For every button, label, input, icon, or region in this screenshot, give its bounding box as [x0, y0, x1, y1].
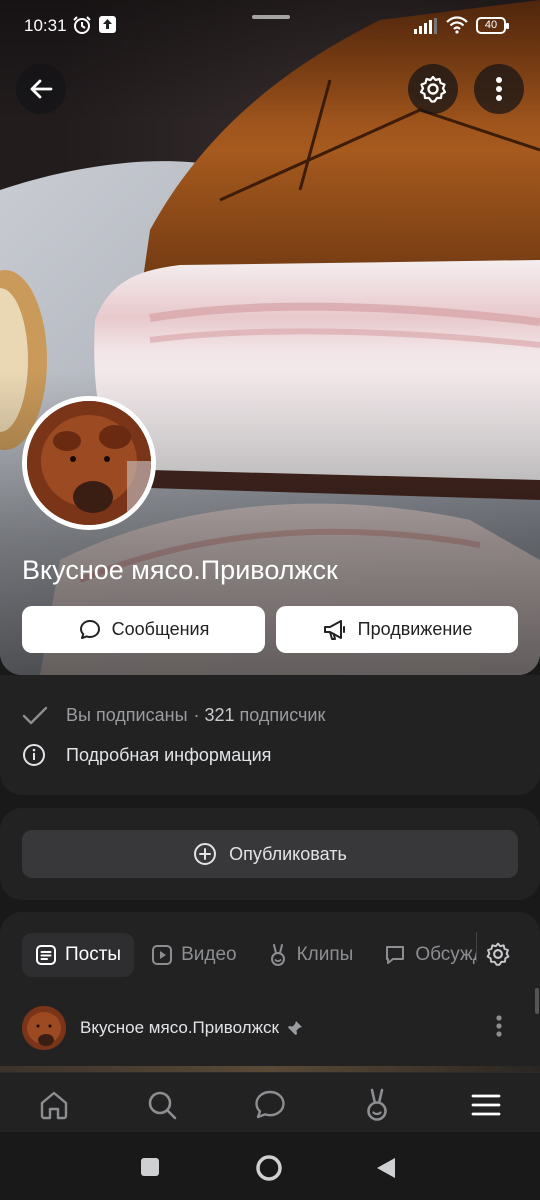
nav-clips[interactable] [357, 1085, 397, 1125]
subscriber-word: подписчик [239, 705, 326, 725]
post-author-avatar[interactable] [22, 1006, 66, 1050]
tab-clips-label: Клипы [296, 944, 354, 965]
square-icon [141, 1158, 159, 1176]
battery-indicator: 40 [476, 17, 509, 34]
nav-messenger[interactable] [250, 1085, 290, 1125]
detailed-info-label: Подробная информация [66, 744, 272, 765]
check-icon [22, 706, 48, 724]
nav-search[interactable] [142, 1085, 182, 1125]
home-system-button[interactable] [255, 1154, 283, 1182]
megaphone-icon [323, 619, 345, 640]
circle-icon [256, 1155, 282, 1181]
community-avatar[interactable] [22, 396, 156, 530]
subscribed-text: Вы подписаны [66, 705, 188, 725]
more-vertical-icon [496, 1015, 502, 1037]
more-options-button[interactable] [474, 64, 524, 114]
community-info-card: Вы подписаны · 321 подписчик Подробная и… [0, 675, 540, 795]
community-name: Вкусное мясо.Приволжск [22, 555, 338, 585]
status-bar: 10:31 40 [0, 0, 540, 50]
tabs-divider [476, 932, 477, 962]
scrollbar[interactable] [535, 988, 539, 1014]
publish-label: Опубликовать [229, 843, 347, 864]
chat-bubble-icon [255, 1090, 285, 1119]
separator-dot: · [193, 705, 200, 725]
pin-icon [287, 1021, 302, 1035]
status-time: 10:31 [24, 16, 67, 35]
tab-discussions[interactable]: Обсуждения [370, 933, 476, 977]
video-icon [152, 945, 173, 965]
back-button[interactable] [16, 64, 66, 114]
nav-menu[interactable] [466, 1085, 506, 1125]
subscription-status[interactable]: Вы подписаны · 321 подписчик [22, 705, 325, 726]
message-bubble-icon [79, 619, 100, 639]
publish-button[interactable]: Опубликовать [22, 830, 518, 878]
subscriber-count: 321 [204, 705, 235, 725]
tab-discussions-label: Обсуждения [415, 944, 476, 965]
detailed-info-link[interactable]: Подробная информация [22, 743, 271, 767]
triangle-back-icon [377, 1158, 395, 1178]
wifi-icon [446, 16, 468, 39]
post-author-name[interactable]: Вкусное мясо.Приволжск [80, 1018, 279, 1038]
info-icon [23, 744, 45, 766]
promotion-label: Продвижение [357, 619, 473, 639]
messages-button[interactable]: Сообщения [22, 606, 265, 653]
upload-notification-icon [99, 16, 116, 33]
content-tabs: Посты Видео Клипы Обсуждения [22, 932, 476, 978]
post-more-button[interactable] [495, 1014, 503, 1043]
bottom-navigation [0, 1072, 540, 1132]
chat-icon [386, 946, 405, 964]
publish-card: Опубликовать [0, 808, 540, 900]
tabs-settings-button[interactable] [485, 941, 511, 972]
gear-icon [486, 942, 510, 966]
menu-icon [471, 1094, 501, 1116]
system-navigation [0, 1132, 540, 1200]
messages-label: Сообщения [111, 619, 210, 639]
home-icon [40, 1091, 68, 1120]
clips-icon [367, 1088, 387, 1121]
tab-posts[interactable]: Посты [22, 933, 135, 977]
add-circle-icon [194, 843, 217, 865]
nav-home[interactable] [34, 1085, 74, 1125]
recent-apps-button[interactable] [140, 1157, 160, 1177]
signal-icon [414, 18, 438, 39]
tab-clips[interactable]: Клипы [254, 933, 367, 977]
post-header[interactable]: Вкусное мясо.Приволжск [22, 1006, 303, 1050]
tab-video-label: Видео [181, 944, 237, 965]
more-vertical-icon [496, 77, 502, 101]
gear-icon [419, 75, 447, 103]
tab-posts-label: Посты [65, 944, 122, 965]
tab-video[interactable]: Видео [138, 933, 250, 977]
back-system-button[interactable] [375, 1156, 397, 1180]
drag-handle [252, 15, 290, 19]
community-settings-button[interactable] [408, 64, 458, 114]
alarm-icon [72, 15, 92, 40]
posts-icon [36, 945, 56, 965]
promotion-button[interactable]: Продвижение [276, 606, 518, 653]
arrow-left-icon [30, 79, 53, 99]
search-icon [148, 1091, 177, 1120]
clips-icon [270, 944, 285, 966]
pig-photo [27, 401, 151, 525]
